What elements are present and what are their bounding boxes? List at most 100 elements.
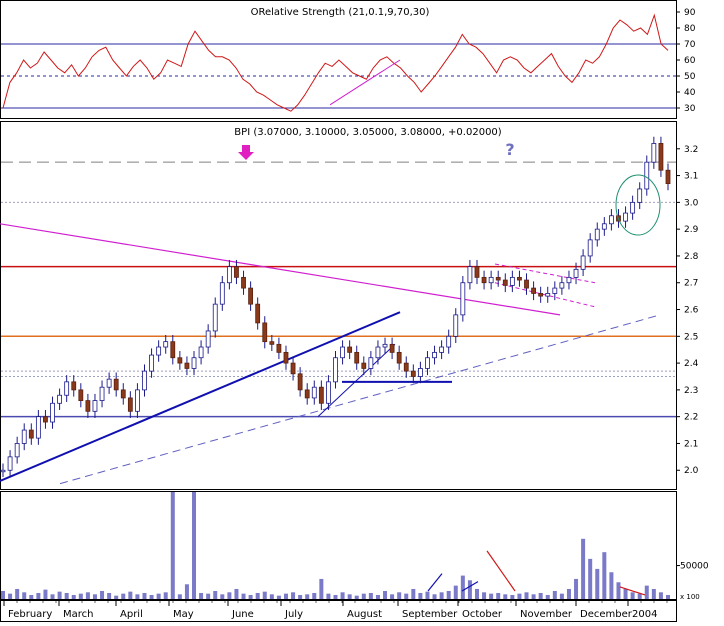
price-tick-label: 2.2 <box>684 413 698 423</box>
price-tick-label: 2.4 <box>684 359 699 369</box>
price-tick-label: 2.1 <box>684 439 698 449</box>
candle-body <box>35 416 41 439</box>
candle-body <box>665 169 671 185</box>
volume-bar <box>177 594 182 599</box>
candle-body <box>120 389 126 399</box>
rsi-tick-label: 90 <box>684 8 696 18</box>
volume-bar <box>298 594 303 599</box>
volume-bar <box>588 558 593 599</box>
volume-bar <box>404 593 409 599</box>
volume-bar <box>397 592 402 599</box>
candle-body <box>517 276 522 281</box>
candle-body <box>92 400 98 412</box>
candle-body <box>142 370 147 391</box>
volume-bar <box>71 594 76 599</box>
candle-body <box>545 293 551 297</box>
candle-body <box>417 368 423 377</box>
candle-body <box>587 239 593 257</box>
volume-bar <box>1 590 5 599</box>
candle-body <box>389 343 395 353</box>
volume-bar <box>616 582 621 599</box>
candle-body <box>135 389 140 412</box>
candle-body <box>432 351 437 359</box>
candle-body <box>177 357 183 364</box>
candle-body <box>21 429 27 444</box>
volume-bar <box>312 592 317 599</box>
volume-bar <box>474 588 479 599</box>
volume-bar <box>326 593 331 599</box>
volume-bar <box>142 592 147 599</box>
candle-body <box>170 341 176 359</box>
candle-body <box>156 346 162 356</box>
x-tick-label: May <box>173 609 194 620</box>
volume-bar <box>43 589 48 599</box>
volume-bar <box>637 593 642 599</box>
volume-bar <box>425 591 430 599</box>
candle-body <box>43 416 48 423</box>
price-tick-label: 2.0 <box>684 466 699 476</box>
candle-body <box>446 335 452 348</box>
candle-body <box>198 346 204 359</box>
candle-body <box>149 354 154 372</box>
candle-body <box>64 381 70 396</box>
volume-bar <box>361 593 366 599</box>
rsi-tick-label: 50 <box>684 72 696 82</box>
candle-body <box>99 386 105 401</box>
chart-canvas: 30 40 50 60 70 80 90 2.0 2.1 2.2 2.3 2.4 2.5 2.6 2.7 2… <box>0 0 709 622</box>
candle-body <box>425 357 430 369</box>
candle-body <box>326 381 331 404</box>
candle-body <box>71 381 77 391</box>
volume-bar <box>411 588 416 599</box>
volume-bar <box>170 492 175 599</box>
volume-bar <box>503 594 508 599</box>
candle-body <box>205 330 211 348</box>
candle-body <box>184 362 190 369</box>
volume-bar <box>15 588 20 599</box>
x-tick-label: February <box>8 609 52 620</box>
volume-bar <box>531 594 536 599</box>
volume-bar <box>234 588 239 599</box>
volume-bar <box>319 578 324 599</box>
x-tick-label: December <box>580 609 633 620</box>
volume-bar <box>135 594 140 599</box>
volume-bar <box>305 594 310 599</box>
volume-bar <box>538 592 543 599</box>
volume-bar <box>227 592 232 599</box>
volume-bar <box>333 594 338 599</box>
candle-body <box>474 266 480 278</box>
volume-bar <box>609 572 614 599</box>
rsi-title: ORelative Strength (21,0.1,9,70,30) <box>251 7 430 18</box>
volume-bar <box>566 588 571 599</box>
candle-body <box>630 201 636 214</box>
volume-bar <box>262 591 267 599</box>
price-panel <box>0 121 677 490</box>
candle-body <box>241 276 246 289</box>
candle-body <box>396 351 402 364</box>
volume-bar <box>510 594 515 599</box>
volume-bar <box>581 538 586 599</box>
volume-bar <box>255 592 260 599</box>
candle-body <box>538 293 544 297</box>
volume-bar <box>375 594 380 599</box>
candle-body <box>361 362 367 369</box>
candle-body <box>439 346 445 353</box>
candle-body <box>283 351 289 364</box>
volume-bar <box>623 588 628 599</box>
rsi-tick-label: 80 <box>684 24 696 34</box>
x-tick-label: November <box>520 609 573 620</box>
volume-bar <box>291 592 296 599</box>
candle-body <box>566 276 572 284</box>
candle-body <box>113 378 119 391</box>
candle-body <box>163 341 169 348</box>
x-tick-label: September <box>402 609 458 620</box>
candle-body <box>488 276 494 284</box>
x-tick-label: March <box>63 609 93 620</box>
volume-tick-label: 50000 <box>680 562 709 572</box>
volume-bar <box>36 592 41 599</box>
volume-bar <box>482 592 487 599</box>
candle-body <box>269 341 275 345</box>
candle-body <box>601 223 607 230</box>
volume-bar <box>85 592 90 599</box>
volume-bar <box>467 580 472 599</box>
candle-body <box>509 276 515 286</box>
